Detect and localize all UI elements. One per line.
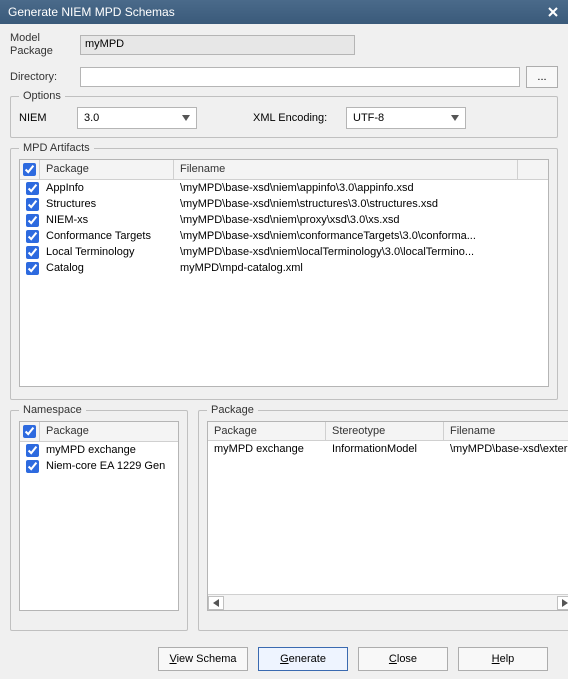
browse-button[interactable]: ... bbox=[526, 66, 558, 88]
artifact-filename-cell: \myMPD\base-xsd\niem\structures\3.0\stru… bbox=[174, 196, 548, 212]
artifacts-listview[interactable]: Package Filename AppInfo\myMPD\base-xsd\… bbox=[19, 159, 549, 387]
table-row[interactable]: NIEM-xs\myMPD\base-xsd\niem\proxy\xsd\3.… bbox=[20, 212, 548, 228]
niem-combobox[interactable]: 3.0 bbox=[77, 107, 197, 129]
namespace-listview[interactable]: Package myMPD exchangeNiem-core EA 1229 … bbox=[19, 421, 179, 611]
options-legend: Options bbox=[19, 90, 65, 102]
artifact-package-cell: NIEM-xs bbox=[40, 212, 174, 228]
table-row[interactable]: Niem-core EA 1229 Gen bbox=[20, 458, 178, 474]
close-button[interactable]: Close bbox=[358, 647, 448, 671]
package-package-cell: myMPD exchange bbox=[208, 441, 326, 457]
window-title: Generate NIEM MPD Schemas bbox=[8, 5, 544, 19]
xml-encoding-value: UTF-8 bbox=[353, 112, 384, 124]
package-col-package[interactable]: Package bbox=[208, 422, 326, 440]
namespace-package-cell: Niem-core EA 1229 Gen bbox=[40, 458, 178, 474]
mpd-artifacts-fieldset: MPD Artifacts Package Filename AppInfo\m… bbox=[10, 148, 558, 400]
xml-encoding-label: XML Encoding: bbox=[253, 112, 338, 124]
directory-input[interactable] bbox=[80, 67, 520, 87]
package-col-filename[interactable]: Filename bbox=[444, 422, 568, 440]
artifact-package-cell: AppInfo bbox=[40, 180, 174, 196]
directory-label: Directory: bbox=[10, 71, 80, 84]
artifact-package-cell: Catalog bbox=[40, 260, 174, 276]
artifacts-check-all[interactable] bbox=[23, 163, 36, 176]
row-checkbox[interactable] bbox=[26, 230, 39, 243]
package-filename-cell: \myMPD\base-xsd\exter bbox=[444, 441, 568, 457]
artifact-filename-cell: \myMPD\base-xsd\niem\proxy\xsd\3.0\xs.xs… bbox=[174, 212, 548, 228]
table-row[interactable]: Structures\myMPD\base-xsd\niem\structure… bbox=[20, 196, 548, 212]
generate-button[interactable]: Generate bbox=[258, 647, 348, 671]
scroll-left-button[interactable] bbox=[208, 596, 224, 610]
table-row[interactable]: CatalogmyMPD\mpd-catalog.xml bbox=[20, 260, 548, 276]
package-fieldset: Package Package Stereotype Filename myMP… bbox=[198, 410, 568, 631]
xml-encoding-combobox[interactable]: UTF-8 bbox=[346, 107, 466, 129]
row-checkbox[interactable] bbox=[26, 214, 39, 227]
row-checkbox[interactable] bbox=[26, 444, 39, 457]
row-checkbox[interactable] bbox=[26, 246, 39, 259]
niem-label: NIEM bbox=[19, 112, 69, 124]
package-legend: Package bbox=[207, 404, 258, 416]
niem-value: 3.0 bbox=[84, 112, 99, 124]
model-package-field: myMPD bbox=[80, 35, 355, 55]
table-row[interactable]: myMPD exchangeInformationModel\myMPD\bas… bbox=[208, 441, 568, 457]
artifact-filename-cell: myMPD\mpd-catalog.xml bbox=[174, 260, 548, 276]
namespace-check-all[interactable] bbox=[23, 425, 36, 438]
row-checkbox[interactable] bbox=[26, 262, 39, 275]
artifact-package-cell: Conformance Targets bbox=[40, 228, 174, 244]
options-fieldset: Options NIEM 3.0 XML Encoding: UTF-8 bbox=[10, 96, 558, 138]
scroll-track[interactable] bbox=[224, 596, 557, 610]
namespace-fieldset: Namespace Package myMPD exchangeNiem-cor… bbox=[10, 410, 188, 631]
artifact-filename-cell: \myMPD\base-xsd\niem\localTerminology\3.… bbox=[174, 244, 548, 260]
chevron-down-icon bbox=[182, 112, 190, 124]
artifact-package-cell: Local Terminology bbox=[40, 244, 174, 260]
title-bar: Generate NIEM MPD Schemas bbox=[0, 0, 568, 24]
help-button[interactable]: Help bbox=[458, 647, 548, 671]
close-icon[interactable] bbox=[544, 3, 562, 21]
package-listview[interactable]: Package Stereotype Filename myMPD exchan… bbox=[207, 421, 568, 611]
scroll-right-button[interactable] bbox=[557, 596, 568, 610]
artifacts-col-filename[interactable]: Filename bbox=[174, 160, 518, 179]
table-row[interactable]: myMPD exchange bbox=[20, 442, 178, 458]
horizontal-scrollbar[interactable] bbox=[208, 594, 568, 610]
namespace-legend: Namespace bbox=[19, 404, 86, 416]
table-row[interactable]: Conformance Targets\myMPD\base-xsd\niem\… bbox=[20, 228, 548, 244]
table-row[interactable]: AppInfo\myMPD\base-xsd\niem\appinfo\3.0\… bbox=[20, 180, 548, 196]
artifact-filename-cell: \myMPD\base-xsd\niem\conformanceTargets\… bbox=[174, 228, 548, 244]
chevron-down-icon bbox=[451, 112, 459, 124]
artifact-package-cell: Structures bbox=[40, 196, 174, 212]
package-stereotype-cell: InformationModel bbox=[326, 441, 444, 457]
row-checkbox[interactable] bbox=[26, 198, 39, 211]
view-schema-button[interactable]: View Schema bbox=[158, 647, 248, 671]
row-checkbox[interactable] bbox=[26, 460, 39, 473]
artifact-filename-cell: \myMPD\base-xsd\niem\appinfo\3.0\appinfo… bbox=[174, 180, 548, 196]
namespace-package-cell: myMPD exchange bbox=[40, 442, 178, 458]
model-package-label: Model Package bbox=[10, 32, 80, 58]
table-row[interactable]: Local Terminology\myMPD\base-xsd\niem\lo… bbox=[20, 244, 548, 260]
namespace-col-package[interactable]: Package bbox=[40, 422, 178, 441]
artifacts-col-package[interactable]: Package bbox=[40, 160, 174, 179]
row-checkbox[interactable] bbox=[26, 182, 39, 195]
package-col-stereotype[interactable]: Stereotype bbox=[326, 422, 444, 440]
mpd-artifacts-legend: MPD Artifacts bbox=[19, 142, 94, 154]
artifacts-col-spacer bbox=[518, 160, 548, 179]
